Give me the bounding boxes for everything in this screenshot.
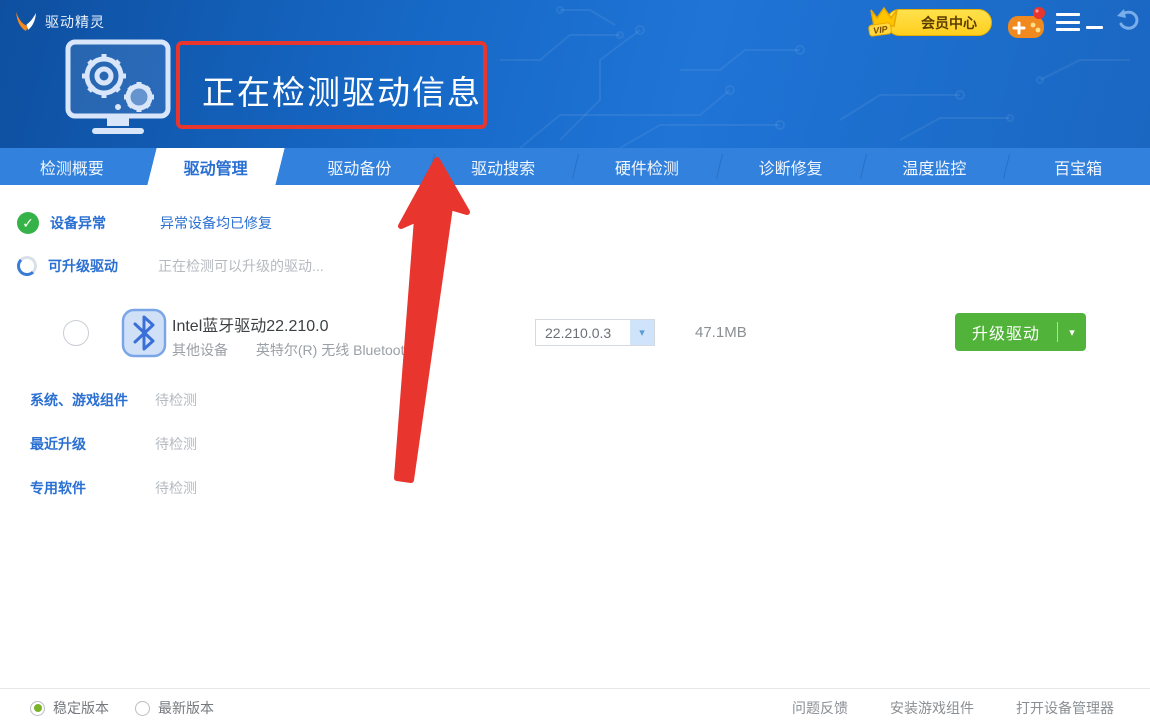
category-label: 专用软件: [30, 478, 155, 498]
undo-arrow-icon[interactable]: [1114, 8, 1140, 32]
version-radio-group: 稳定版本 最新版本: [30, 698, 214, 718]
category-status: 待检测: [155, 390, 197, 410]
vip-label: 会员中心: [921, 13, 977, 33]
tab-temperature-monitor[interactable]: 温度监控: [863, 148, 1007, 185]
category-row-system-game-components[interactable]: 系统、游戏组件 待检测: [30, 390, 197, 410]
bluetooth-icon: [120, 308, 168, 358]
status-label: 设备异常: [50, 213, 160, 233]
driver-version-value: 22.210.0.3: [536, 325, 630, 341]
status-detail: 异常设备均已修复: [160, 213, 272, 233]
driver-name: Intel蓝牙驱动22.210.0: [172, 312, 329, 336]
vip-member-center-button[interactable]: VIP 会员中心: [886, 9, 992, 36]
status-row-upgradable-drivers: 可升级驱动 正在检测可以升级的驱动...: [17, 256, 324, 276]
driver-version-dropdown[interactable]: 22.210.0.3 ▾: [535, 319, 655, 346]
driver-category: 其他设备: [172, 342, 228, 358]
driver-size: 47.1MB: [695, 324, 747, 341]
tab-driver-management[interactable]: 驱动管理: [144, 148, 288, 185]
vip-crown-icon: VIP: [863, 2, 905, 38]
main-content: ✓ 设备异常 异常设备均已修复 可升级驱动 正在检测可以升级的驱动... Int…: [0, 185, 1150, 688]
status-label: 可升级驱动: [48, 256, 158, 276]
gamepad-icon[interactable]: [1006, 6, 1048, 42]
footer-links: 问题反馈 安装游戏组件 打开设备管理器: [792, 698, 1114, 718]
radio-unselected-icon: [135, 701, 150, 716]
radio-stable-version[interactable]: 稳定版本: [30, 698, 109, 718]
radio-latest-version[interactable]: 最新版本: [135, 698, 214, 718]
app-name: 驱动精灵: [45, 12, 105, 32]
install-game-components-link[interactable]: 安装游戏组件: [890, 698, 974, 718]
tab-driver-search[interactable]: 驱动搜索: [431, 148, 575, 185]
category-row-dedicated-software[interactable]: 专用软件 待检测: [30, 478, 197, 498]
status-row-device-error: ✓ 设备异常 异常设备均已修复: [17, 212, 272, 234]
app-logo-icon: [14, 11, 38, 33]
header: 驱动精灵: [0, 0, 1150, 148]
driver-select-checkbox[interactable]: [63, 320, 89, 346]
status-detail: 正在检测可以升级的驱动...: [158, 256, 324, 276]
tab-diagnose-repair[interactable]: 诊断修复: [719, 148, 863, 185]
chevron-down-icon[interactable]: ▾: [630, 320, 654, 345]
tab-bar: 检测概要 驱动管理 驱动备份 驱动搜索 硬件检测 诊断修复 温度监控 百宝箱: [0, 148, 1150, 185]
footer-bar: 稳定版本 最新版本 问题反馈 安装游戏组件 打开设备管理器: [0, 688, 1150, 727]
tab-driver-backup[interactable]: 驱动备份: [288, 148, 432, 185]
tab-detection-summary[interactable]: 检测概要: [0, 148, 144, 185]
feedback-link[interactable]: 问题反馈: [792, 698, 848, 718]
check-circle-icon: ✓: [17, 212, 39, 234]
category-label: 最近升级: [30, 434, 155, 454]
open-device-manager-link[interactable]: 打开设备管理器: [1016, 698, 1114, 718]
tab-toolbox[interactable]: 百宝箱: [1006, 148, 1150, 185]
minimize-button[interactable]: [1086, 26, 1103, 29]
monitor-gears-icon: [62, 36, 174, 138]
app-window: 驱动精灵: [0, 0, 1150, 727]
driver-device: 英特尔(R) 无线 Bluetooth(R): [256, 342, 432, 358]
category-row-recent-upgrades[interactable]: 最近升级 待检测: [30, 434, 197, 454]
spinner-icon: [17, 256, 37, 276]
category-label: 系统、游戏组件: [30, 390, 155, 410]
page-title: 正在检测驱动信息: [202, 66, 482, 114]
radio-selected-icon: [30, 701, 45, 716]
chevron-down-icon[interactable]: ▾: [1058, 326, 1086, 339]
driver-subtitle: 其他设备 英特尔(R) 无线 Bluetooth(R): [172, 340, 456, 360]
menu-icon[interactable]: [1056, 13, 1080, 31]
upgrade-driver-button[interactable]: 升级驱动 ▾: [955, 313, 1086, 351]
svg-text:VIP: VIP: [873, 24, 890, 36]
category-status: 待检测: [155, 434, 197, 454]
category-status: 待检测: [155, 478, 197, 498]
tab-hardware-check[interactable]: 硬件检测: [575, 148, 719, 185]
upgrade-driver-label: 升级驱动: [955, 320, 1057, 344]
